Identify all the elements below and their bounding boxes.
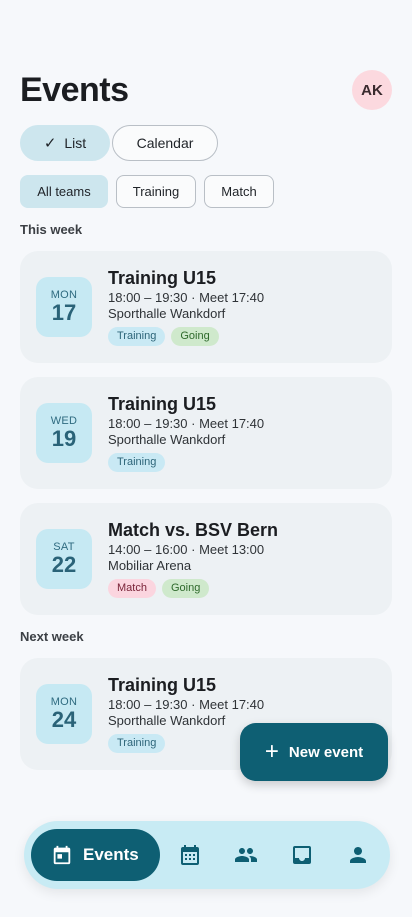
event-day: 19 xyxy=(51,426,77,451)
filter-chip-training[interactable]: Training xyxy=(116,175,196,208)
event-date-badge: MON 17 xyxy=(36,277,92,337)
view-toggle: ✓ List Calendar xyxy=(20,125,218,161)
event-title: Training U15 xyxy=(108,675,217,695)
tag-training: Training xyxy=(108,453,166,472)
list-view-button[interactable]: ✓ List xyxy=(20,125,110,161)
nav-events-label: Events xyxy=(83,845,139,864)
event-card[interactable]: WED 19 Training U15 18:00 – 19:30 · Meet… xyxy=(20,377,392,489)
calendar-icon[interactable] xyxy=(178,843,202,867)
new-event-label: New event xyxy=(288,743,364,761)
nav-item-events[interactable]: Events xyxy=(31,829,160,881)
event-time: 18:00 – 19:30 · Meet 17:40 xyxy=(108,697,265,712)
event-time: 18:00 – 19:30 · Meet 17:40 xyxy=(108,416,265,431)
event-date-badge: MON 24 xyxy=(36,684,92,744)
event-location: Sporthalle Wankdorf xyxy=(108,306,226,321)
list-view-label: List xyxy=(64,135,87,151)
section-label-next-week: Next week xyxy=(20,629,84,644)
event-day: 24 xyxy=(51,707,77,732)
tag-training: Training xyxy=(108,327,166,346)
profile-icon[interactable] xyxy=(346,843,370,867)
calendar-view-button[interactable]: Calendar xyxy=(112,125,218,161)
bottom-navigation: Events xyxy=(24,821,390,889)
page-header: Events AK xyxy=(20,70,392,110)
tag-going: Going xyxy=(171,327,219,346)
event-info: Training U15 18:00 – 19:30 · Meet 17:40 … xyxy=(108,393,380,472)
inbox-icon[interactable] xyxy=(290,843,314,867)
calendar-view-label: Calendar xyxy=(136,135,194,151)
team-icon[interactable] xyxy=(234,843,258,867)
event-info: Training U15 18:00 – 19:30 · Meet 17:40 … xyxy=(108,267,380,346)
event-day: 22 xyxy=(51,552,77,577)
event-date-badge: SAT 22 xyxy=(36,529,92,589)
filter-chip-match[interactable]: Match xyxy=(204,175,274,208)
event-title: Match vs. BSV Bern xyxy=(108,520,279,540)
events-icon xyxy=(53,845,71,865)
event-card[interactable]: MON 17 Training U15 18:00 – 19:30 · Meet… xyxy=(20,251,392,363)
event-info: Match vs. BSV Bern 14:00 – 16:00 · Meet … xyxy=(108,519,380,598)
event-time: 18:00 – 19:30 · Meet 17:40 xyxy=(108,290,265,305)
avatar[interactable]: AK xyxy=(352,70,392,110)
page-title: Events xyxy=(20,71,129,109)
event-title: Training U15 xyxy=(108,394,217,414)
check-icon: ✓ xyxy=(43,135,57,152)
event-card[interactable]: SAT 22 Match vs. BSV Bern 14:00 – 16:00 … xyxy=(20,503,392,615)
plus-icon: + xyxy=(264,738,279,765)
section-label-this-week: This week xyxy=(20,222,83,237)
event-title: Training U15 xyxy=(108,268,217,288)
filter-chip-all-teams[interactable]: All teams xyxy=(20,175,108,208)
new-event-button[interactable]: + New event xyxy=(240,723,388,781)
tag-match: Match xyxy=(108,579,156,598)
tag-training: Training xyxy=(108,734,166,753)
event-location: Sporthalle Wankdorf xyxy=(108,432,226,447)
event-location: Mobiliar Arena xyxy=(108,558,192,573)
event-day: 17 xyxy=(51,300,77,325)
tag-going: Going xyxy=(161,579,210,598)
event-date-badge: WED 19 xyxy=(36,403,92,463)
team-filter-chips: All teams Training Match xyxy=(20,175,274,208)
event-time: 14:00 – 16:00 · Meet 13:00 xyxy=(108,542,265,557)
